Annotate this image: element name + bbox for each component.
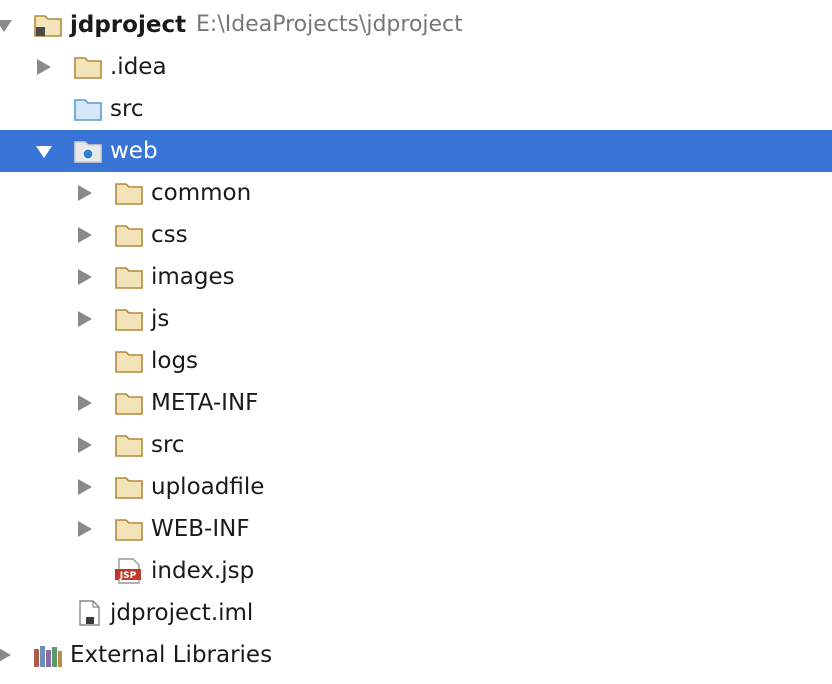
tree-item-label: web xyxy=(110,138,158,164)
tree-row-meta-inf[interactable]: META-INF xyxy=(0,382,832,424)
project-folder-icon xyxy=(33,11,63,39)
tree-item-label: images xyxy=(151,264,235,290)
folder-icon xyxy=(114,431,144,459)
expand-arrow-right-icon[interactable] xyxy=(75,477,95,497)
expand-arrow-right-icon[interactable] xyxy=(75,267,95,287)
iml-file-icon xyxy=(74,599,104,627)
folder-icon xyxy=(73,53,103,81)
tree-row-css[interactable]: css xyxy=(0,214,832,256)
tree-row-common[interactable]: common xyxy=(0,172,832,214)
folder-icon xyxy=(114,515,144,543)
tree-item-label: js xyxy=(151,306,170,332)
tree-row-web[interactable]: web xyxy=(0,130,832,172)
expand-arrow-right-icon[interactable] xyxy=(75,309,95,329)
folder-icon xyxy=(114,263,144,291)
tree-item-label: uploadfile xyxy=(151,474,265,500)
tree-row-web-src[interactable]: src xyxy=(0,424,832,466)
folder-icon xyxy=(114,473,144,501)
folder-icon xyxy=(114,305,144,333)
expand-arrow-down-icon[interactable] xyxy=(0,15,14,35)
tree-row-web-inf[interactable]: WEB-INF xyxy=(0,508,832,550)
tree-item-label: External Libraries xyxy=(70,642,273,668)
project-tree: jdproject E:\IdeaProjects\jdproject .ide… xyxy=(0,0,832,684)
expand-arrow-down-icon[interactable] xyxy=(34,141,54,161)
folder-icon xyxy=(114,389,144,417)
tree-row-images[interactable]: images xyxy=(0,256,832,298)
tree-row-idea[interactable]: .idea xyxy=(0,46,832,88)
tree-item-label: .idea xyxy=(110,54,167,80)
tree-item-label: index.jsp xyxy=(151,558,255,584)
tree-item-label: common xyxy=(151,180,252,206)
expand-arrow-right-icon[interactable] xyxy=(75,393,95,413)
folder-icon xyxy=(114,221,144,249)
tree-item-label: WEB-INF xyxy=(151,516,250,542)
jsp-file-icon: JSP xyxy=(114,557,144,585)
tree-row-jdproject-iml[interactable]: jdproject.iml xyxy=(0,592,832,634)
tree-row-logs[interactable]: logs xyxy=(0,340,832,382)
tree-item-label: css xyxy=(151,222,188,248)
web-folder-icon xyxy=(73,137,103,165)
jsp-icon-text: JSP xyxy=(119,571,137,581)
expand-arrow-right-icon[interactable] xyxy=(75,183,95,203)
tree-item-label: logs xyxy=(151,348,199,374)
folder-icon xyxy=(114,347,144,375)
tree-item-label: jdproject.iml xyxy=(110,600,254,626)
expand-arrow-right-icon[interactable] xyxy=(0,645,14,665)
tree-item-label: src xyxy=(110,96,144,122)
expand-arrow-right-icon[interactable] xyxy=(75,519,95,539)
tree-row-index-jsp[interactable]: JSP index.jsp xyxy=(0,550,832,592)
expand-arrow-right-icon[interactable] xyxy=(75,435,95,455)
project-path-label: E:\IdeaProjects\jdproject xyxy=(196,12,463,37)
tree-item-label: src xyxy=(151,432,185,458)
tree-row-external-libraries[interactable]: External Libraries xyxy=(0,634,832,676)
tree-row-js[interactable]: js xyxy=(0,298,832,340)
tree-row-uploadfile[interactable]: uploadfile xyxy=(0,466,832,508)
source-folder-icon xyxy=(73,95,103,123)
tree-row-src[interactable]: src xyxy=(0,88,832,130)
tree-item-label: META-INF xyxy=(151,390,259,416)
expand-arrow-right-icon[interactable] xyxy=(75,225,95,245)
libraries-icon xyxy=(33,641,63,669)
tree-row-jdproject[interactable]: jdproject E:\IdeaProjects\jdproject xyxy=(0,4,832,46)
root-project-label: jdproject xyxy=(70,12,187,38)
folder-icon xyxy=(114,179,144,207)
expand-arrow-right-icon[interactable] xyxy=(34,57,54,77)
